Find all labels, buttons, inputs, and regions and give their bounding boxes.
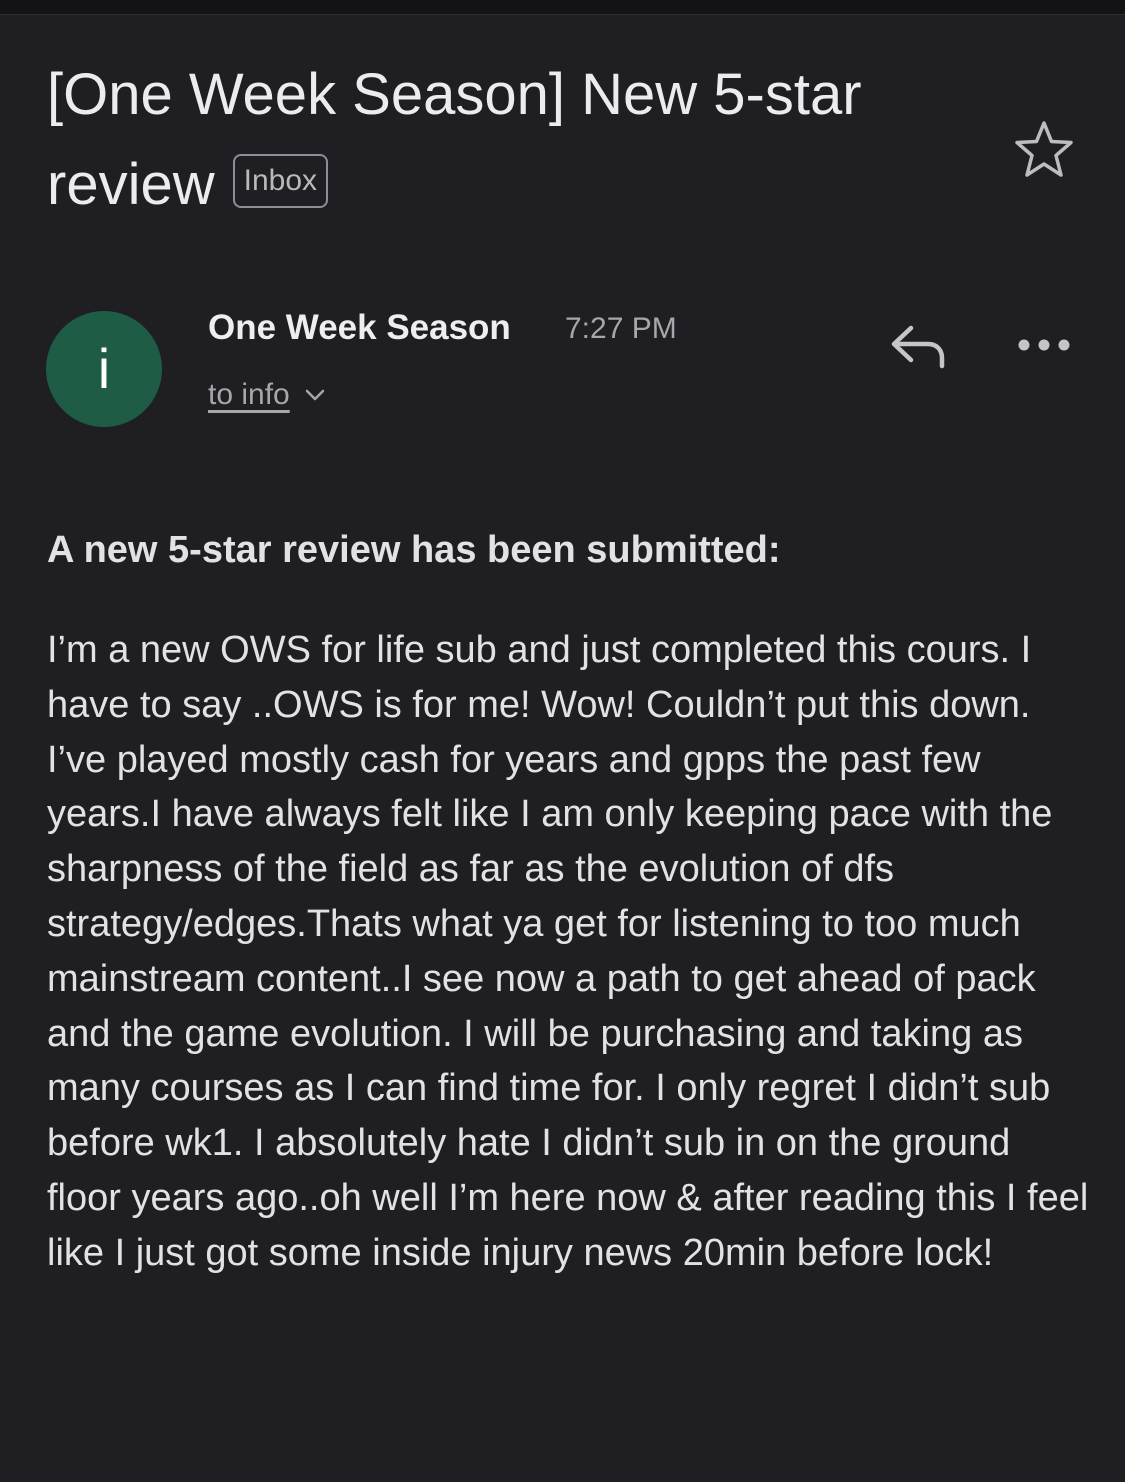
star-outline-icon bbox=[1015, 121, 1073, 177]
email-subject: [One Week Season] New 5-star review Inbox bbox=[47, 50, 947, 230]
sender-avatar[interactable]: i bbox=[46, 311, 162, 427]
sender-name: One Week Season bbox=[208, 308, 511, 347]
recipient-details-toggle[interactable]: to info bbox=[208, 374, 326, 416]
email-body-heading: A new 5-star review has been submitted: bbox=[47, 529, 781, 571]
chevron-down-icon bbox=[305, 389, 324, 401]
star-button[interactable] bbox=[1012, 118, 1076, 182]
reply-button[interactable] bbox=[884, 318, 954, 374]
more-horizontal-icon bbox=[1018, 339, 1070, 351]
subject-text: [One Week Season] New 5-star review bbox=[47, 62, 862, 217]
top-strip bbox=[0, 0, 1125, 15]
recipient-label: to info bbox=[208, 378, 290, 411]
reply-arrow-icon bbox=[891, 325, 945, 369]
sent-time: 7:27 PM bbox=[565, 312, 677, 345]
inbox-label-badge[interactable]: Inbox bbox=[232, 153, 328, 208]
more-options-button[interactable] bbox=[1014, 330, 1074, 360]
email-body-text: I’m a new OWS for life sub and just comp… bbox=[47, 629, 1089, 1274]
